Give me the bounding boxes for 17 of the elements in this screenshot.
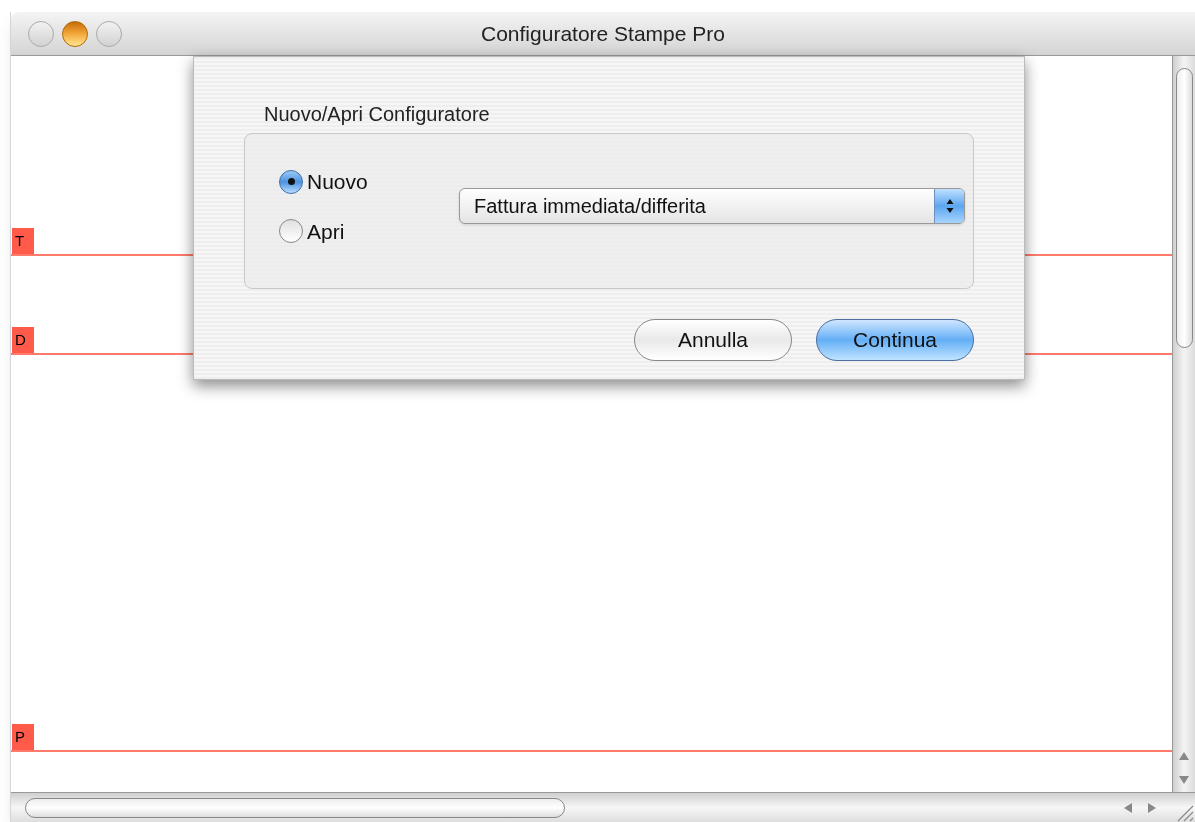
band-marker[interactable]: D	[12, 327, 34, 353]
radio-button[interactable]	[279, 169, 303, 194]
band-marker[interactable]: P	[12, 724, 34, 750]
cancel-button[interactable]: Annulla	[634, 319, 792, 361]
minimize-button[interactable]	[62, 20, 88, 47]
band-marker[interactable]: T	[12, 228, 34, 254]
window-title: Configuratore Stampe Pro	[481, 20, 725, 47]
continue-button[interactable]: Continua	[816, 319, 974, 361]
group-title: Nuovo/Apri Configuratore	[264, 102, 491, 127]
radio-button[interactable]	[279, 219, 303, 244]
updown-arrows-icon	[945, 198, 954, 214]
popup-menu[interactable]: Fattura immediata/differita	[459, 188, 965, 224]
radio-label[interactable]: Apri	[307, 215, 345, 247]
vertical-scrollbar[interactable]	[1172, 56, 1195, 792]
scroll-thumb[interactable]	[1175, 68, 1193, 348]
radio-label[interactable]: Nuovo	[307, 166, 368, 198]
scroll-thumb[interactable]	[25, 797, 565, 818]
